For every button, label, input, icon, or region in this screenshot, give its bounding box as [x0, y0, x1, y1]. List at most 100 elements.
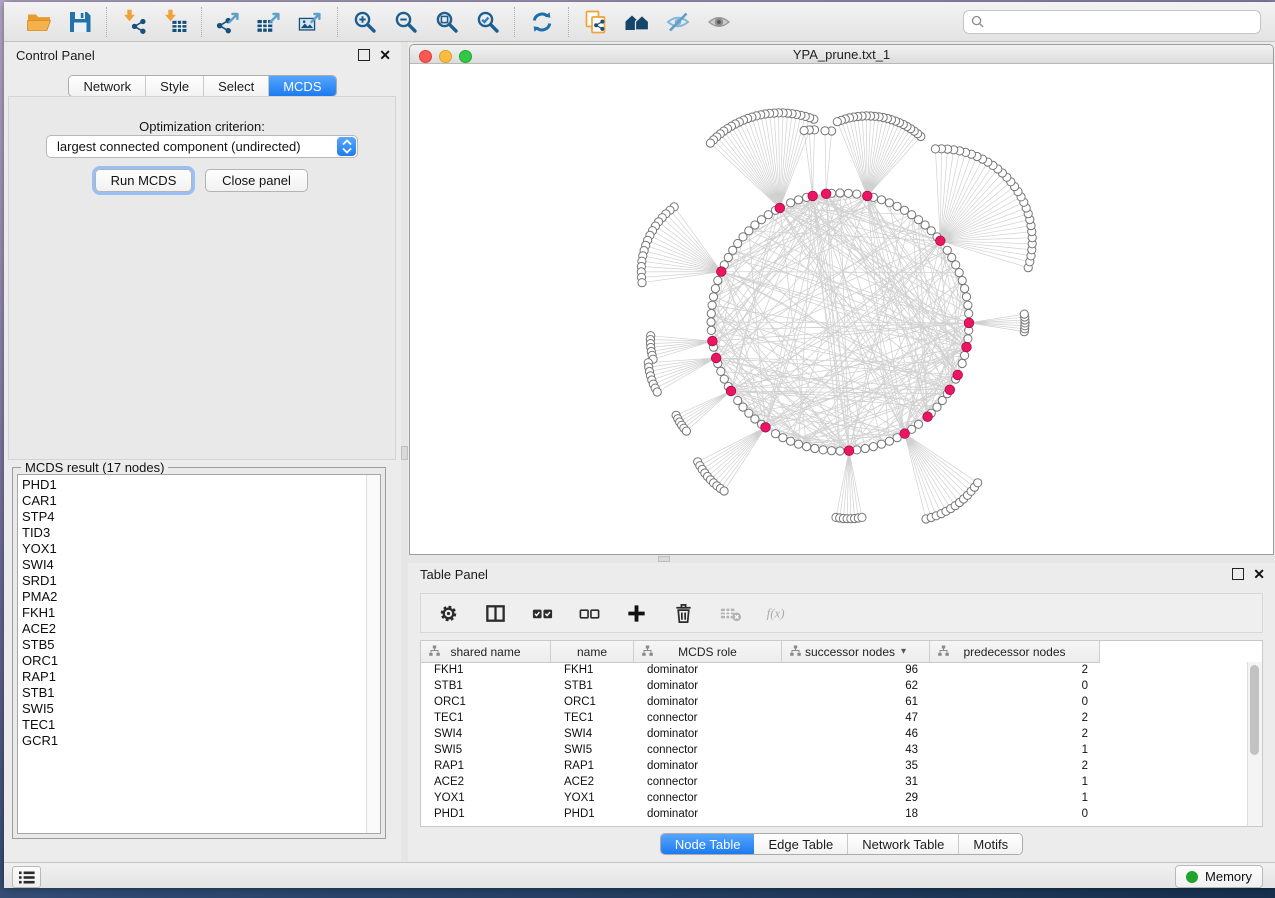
mcds-result-item[interactable]: YOX1 — [22, 541, 380, 557]
first-neighbors-icon[interactable] — [623, 8, 650, 35]
deselect-all-rows-icon[interactable] — [576, 600, 603, 627]
zoom-fit-icon[interactable] — [433, 8, 460, 35]
table-cell: 1 — [930, 776, 1100, 788]
mcds-result-item[interactable]: GCR1 — [22, 733, 380, 749]
table-row[interactable]: RAP1RAP1dominator352 — [421, 758, 1248, 774]
vertical-splitter[interactable] — [401, 42, 408, 862]
tab-network[interactable]: Network — [69, 76, 146, 96]
zoom-selected-icon[interactable] — [474, 8, 501, 35]
table-cell: SWI5 — [421, 744, 551, 756]
import-network-icon[interactable] — [120, 8, 147, 35]
import-table-icon[interactable] — [161, 8, 188, 35]
network-canvas[interactable] — [410, 64, 1273, 554]
search-box[interactable] — [963, 10, 1261, 34]
table-cell: 47 — [782, 712, 930, 724]
mcds-result-item[interactable]: PHD1 — [22, 477, 380, 493]
tab-node-table[interactable]: Node Table — [661, 834, 755, 854]
network-window-titlebar[interactable]: YPA_prune.txt_1 — [410, 45, 1273, 64]
float-panel-icon[interactable] — [358, 49, 370, 61]
column-header-MCDS-role[interactable]: MCDS role — [634, 641, 782, 662]
table-settings-gear-icon[interactable] — [435, 600, 462, 627]
memory-button[interactable]: Memory — [1175, 865, 1263, 888]
task-history-button[interactable] — [12, 866, 41, 888]
column-header-name[interactable]: name — [551, 641, 634, 662]
mcds-list-scrollbar[interactable] — [366, 475, 380, 833]
table-row[interactable]: ORC1ORC1dominator610 — [421, 694, 1248, 710]
mcds-result-item[interactable]: STP4 — [22, 509, 380, 525]
table-row[interactable]: YOX1YOX1connector291 — [421, 790, 1248, 806]
mcds-result-item[interactable]: SWI4 — [22, 557, 380, 573]
close-table-panel-icon[interactable]: ✕ — [1253, 569, 1265, 579]
mcds-result-item[interactable]: STB5 — [22, 637, 380, 653]
mcds-result-item[interactable]: SWI5 — [22, 701, 380, 717]
hide-selected-icon[interactable] — [664, 8, 691, 35]
table-row[interactable]: FKH1FKH1dominator962 — [421, 662, 1248, 678]
mcds-result-item[interactable]: STB1 — [22, 685, 380, 701]
close-panel-icon[interactable]: ✕ — [379, 50, 391, 60]
table-row[interactable]: TEC1TEC1connector472 — [421, 710, 1248, 726]
save-session-icon[interactable] — [66, 8, 93, 35]
mcds-result-item[interactable]: TID3 — [22, 525, 380, 541]
mcds-result-item[interactable]: ACE2 — [22, 621, 380, 637]
tab-mcds[interactable]: MCDS — [269, 76, 335, 96]
network-graph[interactable] — [410, 64, 1273, 554]
table-cell: TEC1 — [421, 712, 551, 724]
delete-table-icon — [717, 600, 744, 627]
horizontal-splitter[interactable] — [408, 555, 1275, 563]
refresh-view-icon[interactable] — [528, 8, 555, 35]
float-table-panel-icon[interactable] — [1232, 568, 1244, 580]
mcds-panel: Optimization criterion: largest connecte… — [8, 96, 396, 460]
table-cell: ORC1 — [551, 696, 634, 708]
table-row[interactable]: SWI5SWI5connector431 — [421, 742, 1248, 758]
main-toolbar — [4, 2, 1275, 42]
table-cell: 31 — [782, 776, 930, 788]
zoom-out-icon[interactable] — [392, 8, 419, 35]
network-window-title: YPA_prune.txt_1 — [410, 47, 1273, 62]
delete-columns-icon[interactable] — [670, 600, 697, 627]
optimization-criterion-select[interactable]: largest connected component (undirected) — [46, 135, 358, 158]
table-cell: RAP1 — [421, 760, 551, 772]
mcds-result-item[interactable]: RAP1 — [22, 669, 380, 685]
export-table-icon[interactable] — [256, 8, 283, 35]
show-columns-icon[interactable] — [482, 600, 509, 627]
tab-network-table[interactable]: Network Table — [848, 834, 959, 854]
export-image-icon[interactable] — [297, 8, 324, 35]
tab-edge-table[interactable]: Edge Table — [754, 834, 848, 854]
table-cell: dominator — [634, 808, 782, 820]
table-row[interactable]: STB1STB1dominator620 — [421, 678, 1248, 694]
table-cell: 62 — [782, 680, 930, 692]
tab-motifs[interactable]: Motifs — [959, 834, 1022, 854]
open-session-icon[interactable] — [25, 8, 52, 35]
tab-style[interactable]: Style — [146, 76, 204, 96]
select-all-rows-icon[interactable] — [529, 600, 556, 627]
mcds-result-item[interactable]: TEC1 — [22, 717, 380, 733]
column-header-predecessor-nodes[interactable]: predecessor nodes — [930, 641, 1100, 662]
mcds-result-list[interactable]: PHD1CAR1STP4TID3YOX1SWI4SRD1PMA2FKH1ACE2… — [17, 474, 381, 834]
network-from-selection-icon[interactable] — [582, 8, 609, 35]
table-cell: connector — [634, 712, 782, 724]
mcds-result-item[interactable]: FKH1 — [22, 605, 380, 621]
export-network-icon[interactable] — [215, 8, 242, 35]
table-scrollbar-thumb[interactable] — [1250, 665, 1259, 755]
mcds-result-item[interactable]: CAR1 — [22, 493, 380, 509]
zoom-in-icon[interactable] — [351, 8, 378, 35]
mcds-result-item[interactable]: PMA2 — [22, 589, 380, 605]
run-mcds-button[interactable]: Run MCDS — [95, 169, 192, 192]
show-all-icon[interactable] — [705, 8, 732, 35]
column-header-successor-nodes[interactable]: successor nodes▾ — [782, 641, 930, 662]
table-row[interactable]: PHD1PHD1dominator180 — [421, 806, 1248, 822]
mcds-result-item[interactable]: SRD1 — [22, 573, 380, 589]
mcds-result-item[interactable]: ORC1 — [22, 653, 380, 669]
horizontal-splitter-handle[interactable] — [658, 556, 670, 562]
table-row[interactable]: SWI4SWI4dominator462 — [421, 726, 1248, 742]
table-row[interactable]: ACE2ACE2connector311 — [421, 774, 1248, 790]
create-column-icon[interactable] — [623, 600, 650, 627]
sort-chevron-icon[interactable]: ▾ — [901, 646, 906, 657]
vertical-splitter-handle[interactable] — [401, 446, 408, 460]
search-input[interactable] — [989, 13, 1253, 30]
tab-select[interactable]: Select — [204, 76, 269, 96]
table-scrollbar[interactable] — [1247, 662, 1262, 826]
close-panel-button[interactable]: Close panel — [205, 169, 308, 192]
column-header-shared-name[interactable]: shared name — [421, 641, 551, 662]
table-cell: 2 — [930, 728, 1100, 740]
